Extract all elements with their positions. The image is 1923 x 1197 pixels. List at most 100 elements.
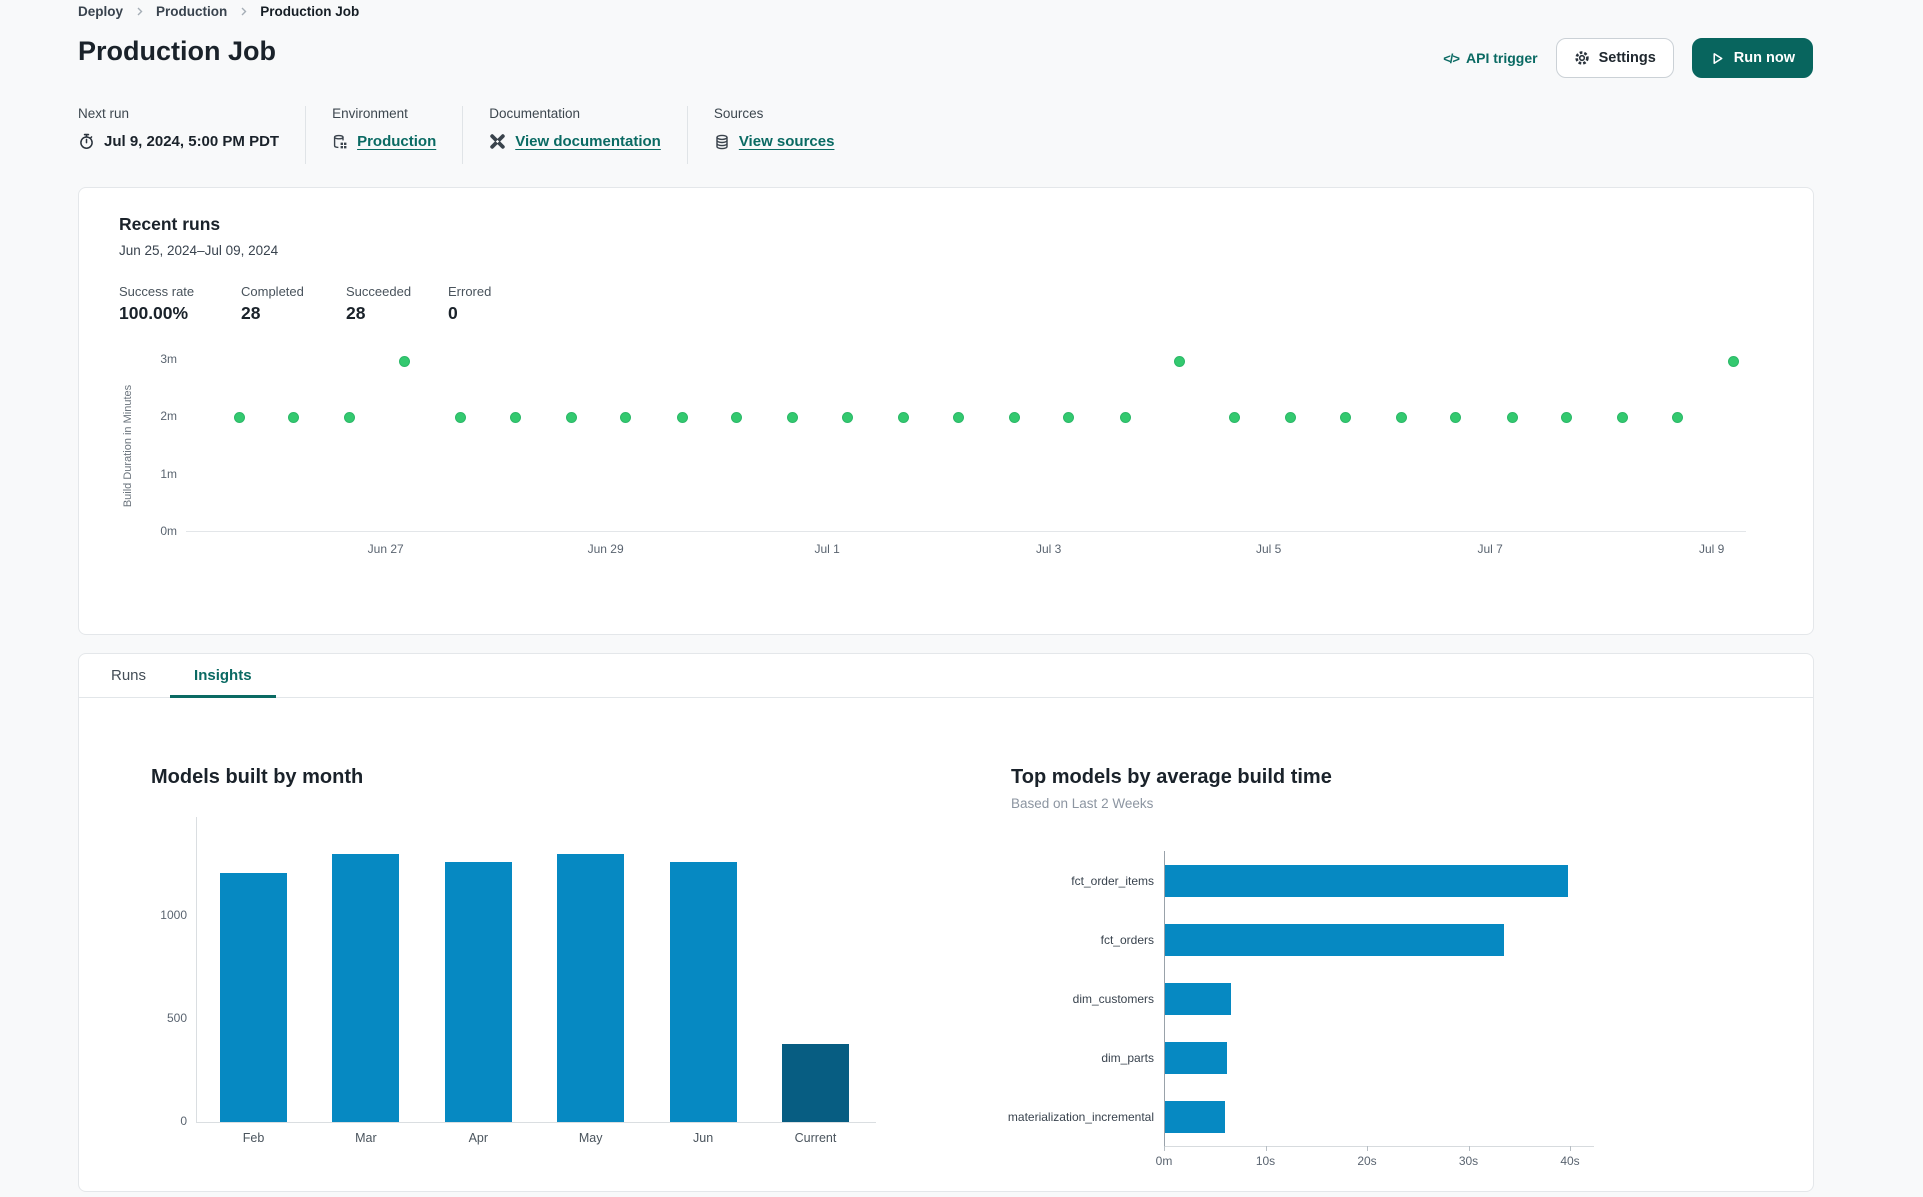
recent-runs-card: Recent runs Jun 25, 2024–Jul 09, 2024 Su… bbox=[78, 187, 1814, 635]
x-tick-mark bbox=[1468, 1146, 1470, 1151]
x-category-label: Jun bbox=[693, 1131, 714, 1145]
run-dot[interactable] bbox=[1617, 411, 1629, 423]
tab-insights[interactable]: Insights bbox=[170, 654, 276, 698]
model-label: fct_order_items bbox=[1071, 873, 1154, 888]
run-dot[interactable] bbox=[288, 411, 300, 423]
x-tick-label: Jul 1 bbox=[814, 542, 840, 556]
breadcrumb-production[interactable]: Production bbox=[156, 4, 227, 19]
job-meta-row: Next run Jul 9, 2024, 5:00 PM PDT Enviro… bbox=[78, 106, 860, 164]
run-dot[interactable] bbox=[1174, 355, 1186, 367]
chart-subtitle: Based on Last 2 Weeks bbox=[1011, 796, 1154, 811]
chart-title: Models built by month bbox=[151, 766, 364, 788]
run-dot[interactable] bbox=[233, 411, 245, 423]
documentation-label: Documentation bbox=[489, 106, 581, 121]
next-run-label: Next run bbox=[78, 106, 130, 121]
run-dot[interactable] bbox=[1063, 411, 1075, 423]
bar-dim_parts bbox=[1165, 1041, 1227, 1074]
run-dot[interactable] bbox=[731, 411, 743, 423]
environment-icon bbox=[332, 134, 348, 150]
x-category-label: Current bbox=[794, 1131, 837, 1145]
horizontal-bar-chart-area: fct_order_items fct_orders dim_customersdi… bbox=[1007, 851, 1711, 1181]
run-dot[interactable] bbox=[1228, 411, 1240, 423]
x-category-label: Apr bbox=[468, 1131, 489, 1145]
bar-materialization_incremental bbox=[1165, 1100, 1225, 1133]
run-dot[interactable] bbox=[1008, 411, 1020, 423]
y-tick-label: 2m bbox=[160, 409, 177, 424]
stat-success-rate: Success rate 100.00% bbox=[119, 284, 195, 323]
bar-fct_order_items bbox=[1165, 864, 1568, 897]
bar-dim_customers bbox=[1165, 982, 1231, 1015]
breadcrumb-current-page: Production Job bbox=[260, 4, 360, 19]
top-models-chart: Top models by average build time Based o… bbox=[1007, 766, 1711, 1181]
recent-runs-title: Recent runs bbox=[119, 214, 221, 234]
x-tick-label: Jun 29 bbox=[587, 542, 624, 556]
y-axis-title: Build Duration in Minutes bbox=[122, 384, 134, 508]
run-dot[interactable] bbox=[841, 411, 853, 423]
x-tick-label: Jun 27 bbox=[367, 542, 404, 556]
page-title: Production Job bbox=[78, 36, 276, 66]
stat-completed: Completed 28 bbox=[241, 284, 304, 323]
run-dot[interactable] bbox=[509, 411, 521, 423]
run-dot[interactable] bbox=[1339, 411, 1351, 423]
run-dot[interactable] bbox=[1284, 411, 1296, 423]
x-tick-mark bbox=[1265, 1146, 1267, 1151]
environment-link[interactable]: Production bbox=[357, 133, 436, 150]
next-run-value: Jul 9, 2024, 5:00 PM PDT bbox=[104, 133, 280, 150]
stat-succeeded: Succeeded 28 bbox=[346, 284, 412, 323]
environment-label: Environment bbox=[332, 106, 408, 121]
run-dot[interactable] bbox=[1671, 411, 1683, 423]
insights-card: Runs Insights Models built by month 0 500… bbox=[78, 653, 1814, 1192]
view-sources-link[interactable]: View sources bbox=[739, 133, 835, 150]
run-dot[interactable] bbox=[676, 411, 688, 423]
header-actions: </> API trigger Settings Run now bbox=[1443, 38, 1813, 78]
scatter-plot-area bbox=[186, 355, 1746, 532]
run-dot[interactable] bbox=[1395, 411, 1407, 423]
view-documentation-link[interactable]: View documentation bbox=[515, 133, 661, 150]
y-tick-label: 1m bbox=[160, 466, 177, 481]
settings-button[interactable]: Settings bbox=[1555, 38, 1674, 78]
model-label: materialization_incremental bbox=[1007, 1109, 1154, 1124]
run-dot[interactable] bbox=[1728, 355, 1740, 367]
run-dot[interactable] bbox=[952, 411, 964, 423]
play-icon bbox=[1710, 51, 1725, 66]
tab-runs[interactable]: Runs bbox=[87, 654, 170, 697]
run-dot[interactable] bbox=[1506, 411, 1518, 423]
run-dot[interactable] bbox=[455, 411, 467, 423]
run-dot[interactable] bbox=[1561, 411, 1573, 423]
chart-title: Top models by average build time bbox=[1011, 766, 1332, 788]
bar-may bbox=[557, 854, 625, 1122]
chevron-right-icon bbox=[239, 7, 248, 16]
run-now-label: Run now bbox=[1733, 50, 1795, 66]
x-tick-label: Jul 7 bbox=[1477, 542, 1503, 556]
x-tick-label: Jul 9 bbox=[1698, 542, 1725, 556]
y-tick-label: 1000 bbox=[160, 908, 187, 922]
meta-sources: Sources View sources bbox=[686, 106, 861, 164]
meta-documentation: Documentation View documentation bbox=[462, 106, 687, 164]
api-trigger-label: API trigger bbox=[1466, 50, 1538, 66]
x-tick-label: 20s bbox=[1357, 1154, 1377, 1168]
y-tick-label: 0m bbox=[160, 524, 177, 538]
model-label: dim_parts bbox=[1101, 1050, 1154, 1065]
x-axis-line bbox=[196, 1122, 876, 1123]
run-now-button[interactable]: Run now bbox=[1691, 38, 1813, 78]
run-dot[interactable] bbox=[1450, 411, 1462, 423]
model-label: fct_orders bbox=[1100, 932, 1154, 947]
api-trigger-link[interactable]: </> API trigger bbox=[1443, 50, 1537, 66]
run-dot[interactable] bbox=[565, 411, 577, 423]
meta-next-run: Next run Jul 9, 2024, 5:00 PM PDT bbox=[78, 106, 305, 164]
x-category-label: Feb bbox=[242, 1131, 265, 1145]
run-dot[interactable] bbox=[1119, 411, 1131, 423]
model-label: dim_customers bbox=[1072, 991, 1154, 1006]
gear-icon bbox=[1574, 50, 1590, 66]
run-dot[interactable] bbox=[898, 411, 910, 423]
breadcrumb: Deploy Production Production Job bbox=[78, 4, 359, 19]
x-tick-mark bbox=[1367, 1146, 1368, 1151]
run-dot[interactable] bbox=[620, 411, 632, 423]
bar-mar bbox=[332, 854, 400, 1122]
run-dot[interactable] bbox=[398, 355, 410, 367]
run-duration-chart: Build Duration in Minutes 0m 1m 2m 3m Jun 2… bbox=[119, 352, 1773, 572]
breadcrumb-deploy[interactable]: Deploy bbox=[78, 4, 123, 19]
run-dot[interactable] bbox=[787, 411, 799, 423]
run-dot[interactable] bbox=[344, 411, 356, 423]
x-category-label: May bbox=[578, 1131, 603, 1145]
